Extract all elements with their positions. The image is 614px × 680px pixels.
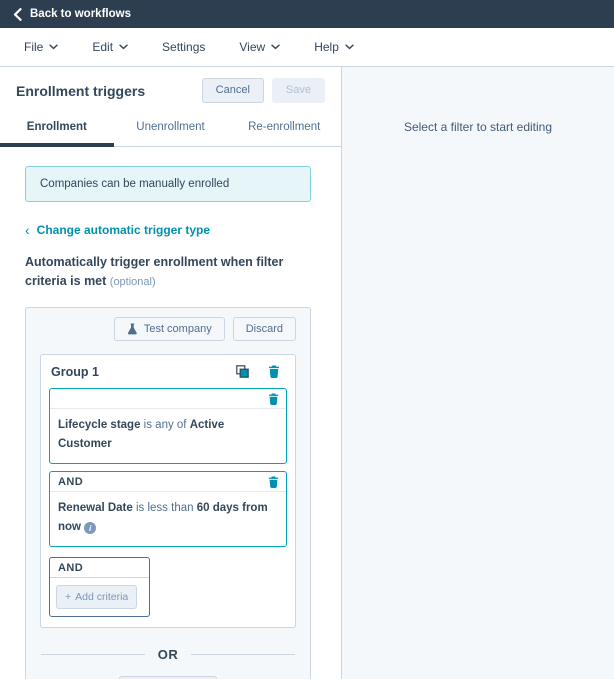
filter-summary: Lifecycle stage is any of Active Custome… xyxy=(50,409,286,463)
filter-card-renewal-date[interactable]: AND Renewal Date is less than 60 days fr… xyxy=(49,470,287,547)
enrollment-triggers-panel: Enrollment triggers Cancel Save Enrollme… xyxy=(0,67,341,679)
menu-file-label: File xyxy=(24,40,44,54)
add-criteria-button-inline[interactable]: + Add criteria xyxy=(56,584,138,609)
trash-icon xyxy=(268,365,280,381)
trash-icon xyxy=(268,393,279,408)
filter-property: Lifecycle stage xyxy=(58,418,141,431)
menu-view[interactable]: View xyxy=(239,40,280,54)
menu-file[interactable]: File xyxy=(24,40,59,54)
change-trigger-type-label: Change automatic trigger type xyxy=(36,223,211,237)
menu-edit[interactable]: Edit xyxy=(92,40,128,54)
delete-filter-button[interactable] xyxy=(268,393,279,405)
info-icon: i xyxy=(84,522,97,535)
menu-help[interactable]: Help xyxy=(314,40,354,54)
page-title: Enrollment triggers xyxy=(16,82,146,99)
connector-label: AND xyxy=(58,475,84,488)
filter-card-strip: AND xyxy=(50,472,286,492)
back-to-workflows-button[interactable]: Back to workflows xyxy=(13,7,131,21)
filter-card-lifecycle-stage[interactable]: Lifecycle stage is any of Active Custome… xyxy=(49,387,287,464)
chevron-left-icon: ‹ xyxy=(25,222,30,238)
panel-actions: Test company Discard xyxy=(40,316,296,341)
editor-content: Companies can be manually enrolled ‹ Cha… xyxy=(0,147,341,679)
menu-view-label: View xyxy=(239,40,266,54)
next-condition-strip: AND xyxy=(50,558,149,578)
chevron-left-icon xyxy=(13,7,22,21)
add-criteria-button[interactable]: +Add criteria xyxy=(118,675,218,679)
filter-operator: is less than xyxy=(135,501,194,514)
filter-card-strip xyxy=(50,389,286,409)
menu-edit-label: Edit xyxy=(92,40,114,54)
plus-icon: + xyxy=(65,590,72,603)
delete-filter-button[interactable] xyxy=(268,476,279,488)
test-company-label: Test company xyxy=(143,322,212,335)
chevron-down-icon xyxy=(49,44,59,50)
add-criteria-row: +Add criteria xyxy=(40,675,296,679)
cancel-button[interactable]: Cancel xyxy=(201,78,264,103)
back-label: Back to workflows xyxy=(30,8,131,20)
tab-unenrollment[interactable]: Unenrollment xyxy=(114,112,228,147)
flask-icon xyxy=(127,323,138,335)
divider-line xyxy=(191,653,295,655)
change-trigger-type-link[interactable]: ‹ Change automatic trigger type xyxy=(25,223,311,237)
chevron-down-icon xyxy=(119,44,128,50)
next-condition-card: AND + Add criteria xyxy=(49,556,150,617)
chevron-down-icon xyxy=(345,44,354,50)
chevron-down-icon xyxy=(271,44,280,50)
filter-property: Renewal Date xyxy=(58,501,133,514)
group-header: Group 1 xyxy=(49,362,287,388)
panel-header: Enrollment triggers Cancel Save xyxy=(0,67,341,112)
trash-icon xyxy=(268,476,279,491)
app-window: Back to workflows File Edit Settings Vie… xyxy=(0,0,614,679)
heading-optional: (optional) xyxy=(109,276,156,289)
section-heading: Automatically trigger enrollment when fi… xyxy=(25,253,311,292)
copy-icon xyxy=(236,365,249,381)
discard-button[interactable]: Discard xyxy=(232,316,296,341)
tab-enrollment[interactable]: Enrollment xyxy=(0,112,114,147)
group-title: Group 1 xyxy=(51,364,99,379)
filter-panel: Test company Discard Group 1 Lifecycle s… xyxy=(25,306,311,679)
trigger-tabs: Enrollment Unenrollment Re-enrollment xyxy=(0,112,341,147)
or-label: OR xyxy=(157,646,179,662)
empty-state-text: Select a filter to start editing xyxy=(403,120,553,134)
divider-line xyxy=(41,653,145,655)
save-button[interactable]: Save xyxy=(271,78,325,103)
delete-group-button[interactable] xyxy=(268,365,280,381)
menu-settings-label: Settings xyxy=(162,40,206,54)
or-divider: OR xyxy=(41,647,295,662)
top-bar: Back to workflows xyxy=(0,0,614,28)
tab-re-enrollment[interactable]: Re-enrollment xyxy=(227,112,341,147)
filter-summary: Renewal Date is less than 60 days from n… xyxy=(50,492,286,546)
test-company-button[interactable]: Test company xyxy=(113,316,225,341)
filter-operator: is any of xyxy=(143,418,187,431)
menu-settings[interactable]: Settings xyxy=(162,40,205,54)
connector-label: AND xyxy=(58,561,84,574)
add-criteria-inline-label: Add criteria xyxy=(75,590,129,603)
filter-group: Group 1 Lifecycle stage is any of Active… xyxy=(40,353,296,628)
menu-bar: File Edit Settings View Help xyxy=(0,28,614,67)
manual-enrollment-alert: Companies can be manually enrolled xyxy=(25,166,311,202)
filter-editor-panel: Select a filter to start editing xyxy=(341,67,614,679)
clone-group-button[interactable] xyxy=(236,365,249,381)
menu-help-label: Help xyxy=(314,40,339,54)
